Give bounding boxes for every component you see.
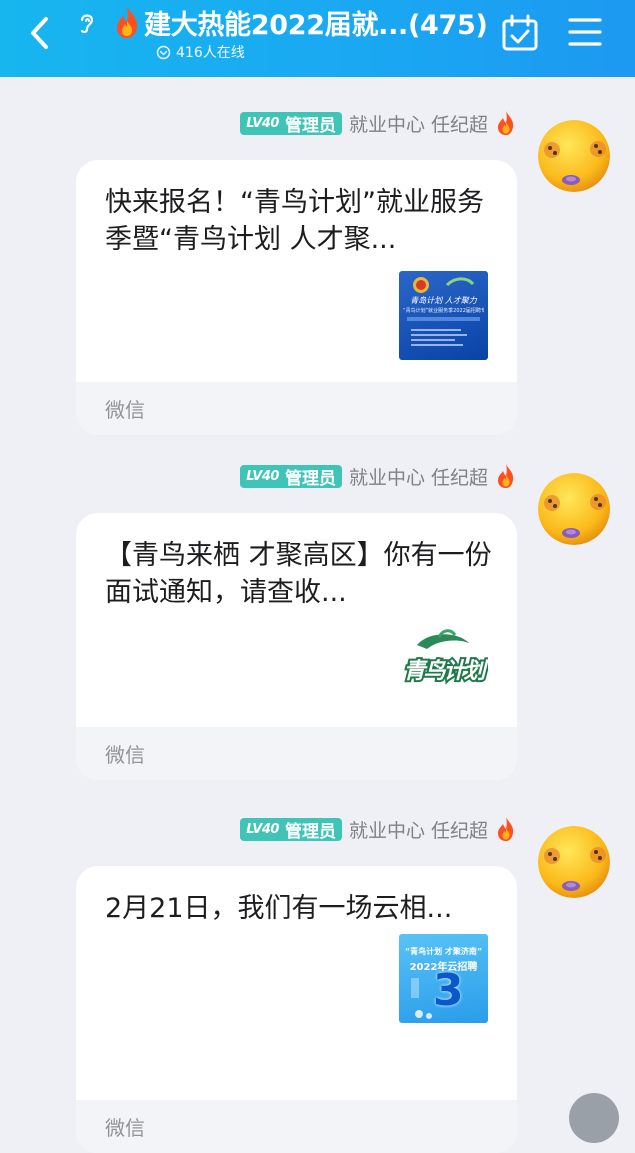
card-thumbnail: 青鸟计划 — [399, 623, 488, 712]
level-badge: LV40 — [246, 821, 279, 837]
online-status-icon — [156, 45, 171, 59]
level-badge: LV40 — [246, 115, 279, 131]
card-title: 【青鸟来栖 才聚高区】你有一份面试通知，请查收... — [105, 540, 492, 608]
message-meta: LV40 管理员 就业中心 任纪超 — [240, 814, 517, 844]
sender-name[interactable]: 就业中心 任纪超 — [349, 110, 488, 137]
sender-avatar[interactable] — [538, 120, 610, 192]
avatar-emoji-face-icon — [538, 826, 610, 898]
shared-link-card[interactable]: 【青鸟来栖 才聚高区】你有一份面试通知，请查收... 青鸟计划 微信 — [76, 513, 517, 780]
card-thumbnail: “青鸟计划 才聚济南” 2022年云招聘 3 — [399, 934, 488, 1023]
fire-icon — [498, 111, 514, 135]
sender-name[interactable]: 就业中心 任纪超 — [349, 463, 488, 490]
fire-icon — [498, 464, 514, 488]
avatar-emoji-face-icon — [538, 473, 610, 545]
role-badge: 管理员 — [284, 115, 336, 136]
message-meta: LV40 管理员 就业中心 任纪超 — [240, 461, 517, 491]
card-thumbnail: 青岛计划 人才聚力 “青鸟计划”就业服务季2022届招聘专场 — [399, 271, 488, 360]
chevron-left-icon — [31, 17, 48, 49]
role-badge: 管理员 — [284, 468, 336, 489]
card-footer: 微信 — [76, 1100, 517, 1153]
admin-badge: LV40 管理员 — [240, 817, 342, 842]
role-badge: 管理员 — [284, 821, 336, 842]
card-title: 2月21日，我们有一场云相... — [105, 893, 453, 924]
ear-icon — [80, 14, 94, 34]
admin-badge: LV40 管理员 — [240, 464, 342, 489]
fire-icon — [498, 817, 514, 841]
level-badge: LV40 — [246, 468, 279, 484]
online-count-text: 416人在线 — [176, 45, 245, 61]
avatar-emoji-face-icon — [538, 120, 610, 192]
menu-button[interactable] — [568, 17, 602, 47]
fire-icon — [117, 6, 138, 38]
calendar-check-icon — [502, 14, 538, 51]
calendar-button[interactable] — [500, 13, 540, 53]
sender-name[interactable]: 就业中心 任纪超 — [349, 816, 488, 843]
card-source: 微信 — [105, 743, 145, 767]
thumbnail-subtitle: “青鸟计划”就业服务季2022届招聘专场 — [403, 308, 484, 314]
shared-link-card[interactable]: 快来报名！“青鸟计划”就业服务季暨“青鸟计划 人才聚... 青岛计划 人才聚力 … — [76, 160, 517, 435]
shared-link-card[interactable]: 2月21日，我们有一场云相... “青鸟计划 才聚济南” 2022年云招聘 3 … — [76, 866, 517, 1153]
card-footer: 微信 — [76, 382, 517, 435]
card-source: 微信 — [105, 1116, 145, 1140]
logo-text: 青鸟计划 — [401, 657, 487, 686]
group-title: 建大热能2022届就...(475) — [144, 9, 488, 41]
card-footer: 微信 — [76, 727, 517, 780]
hamburger-menu-icon — [568, 18, 602, 46]
emblem-icon — [407, 277, 480, 346]
sender-avatar[interactable] — [538, 473, 610, 545]
listen-mode-button[interactable] — [76, 10, 98, 36]
online-count: 416人在线 — [156, 42, 245, 62]
card-title: 快来报名！“青鸟计划”就业服务季暨“青鸟计划 人才聚... — [105, 187, 484, 255]
scroll-to-bottom-button[interactable] — [569, 1093, 619, 1143]
admin-badge: LV40 管理员 — [240, 111, 342, 136]
decorative-shapes-icon — [411, 978, 432, 1019]
chat-header: 建大热能2022届就...(475) 416人在线 — [0, 0, 635, 77]
sender-avatar[interactable] — [538, 826, 610, 898]
back-button[interactable] — [22, 14, 56, 52]
thumbnail-headline: 青岛计划 人才聚力 — [410, 296, 477, 305]
message-meta: LV40 管理员 就业中心 任纪超 — [240, 108, 517, 138]
card-source: 微信 — [105, 398, 145, 422]
